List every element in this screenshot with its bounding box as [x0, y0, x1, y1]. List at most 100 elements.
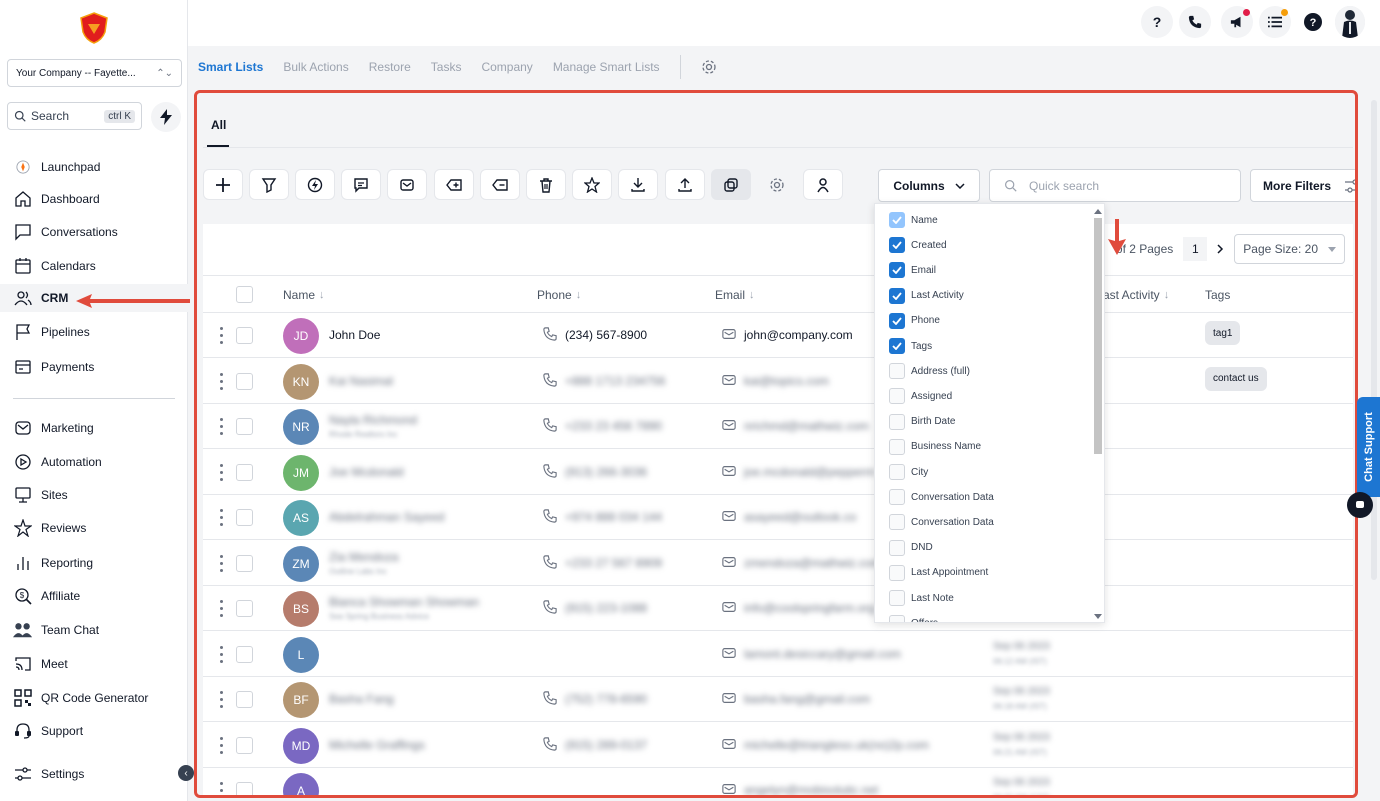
sidebar-item-conversations[interactable]: Conversations: [0, 218, 188, 246]
select-all-checkbox[interactable]: [236, 286, 253, 303]
contact-email[interactable]: asayeed@outlook.co: [744, 510, 856, 524]
tab-manage-smart-lists[interactable]: Manage Smart Lists: [553, 60, 660, 74]
more-filters-button[interactable]: More Filters: [1250, 169, 1355, 202]
drag-handle-icon[interactable]: [220, 645, 224, 663]
sidebar-item-reviews[interactable]: Reviews: [0, 514, 188, 542]
column-checkbox[interactable]: [889, 514, 905, 531]
contact-name[interactable]: Nayla Richmond: [329, 413, 417, 427]
header-email[interactable]: Email ↓: [715, 288, 755, 302]
drag-handle-icon[interactable]: [220, 327, 224, 344]
row-checkbox[interactable]: [236, 600, 253, 617]
contact-email[interactable]: info@coolspringfarm.org: [744, 601, 875, 615]
contact-email[interactable]: michelle@triangleso.uk(no)2p.com: [744, 738, 929, 752]
help-button[interactable]: ?: [1141, 6, 1173, 38]
contact-email[interactable]: kai@topics.com: [744, 374, 829, 388]
export-button[interactable]: [618, 169, 658, 200]
contact-email[interactable]: joe.mcdonald@pepperm: [744, 465, 875, 479]
drag-handle-icon[interactable]: [220, 600, 224, 617]
column-option-last-appointment[interactable]: Last Appointment: [889, 563, 988, 583]
quick-actions-button[interactable]: [151, 102, 181, 132]
contact-name[interactable]: Kai Nasimal: [329, 374, 393, 388]
row-checkbox[interactable]: [236, 736, 253, 754]
column-checkbox[interactable]: [889, 212, 905, 228]
assign-user-button[interactable]: [803, 169, 843, 200]
drag-handle-icon[interactable]: [220, 736, 224, 754]
add-contact-button[interactable]: [203, 169, 243, 200]
collapse-sidebar-button[interactable]: ‹: [178, 765, 194, 781]
drag-handle-icon[interactable]: [220, 554, 224, 572]
contact-phone[interactable]: (752) 778-6590: [565, 692, 647, 706]
chat-support-button[interactable]: Chat Support: [1357, 397, 1380, 497]
contact-name[interactable]: Basha Fang: [329, 692, 394, 706]
contact-email[interactable]: angelyn@mobisolutic.net: [744, 783, 878, 795]
column-option-last-note[interactable]: Last Note: [889, 588, 954, 608]
column-checkbox[interactable]: [889, 615, 905, 622]
column-checkbox[interactable]: [889, 237, 905, 254]
column-option-city[interactable]: City: [889, 462, 928, 482]
column-checkbox[interactable]: [889, 312, 905, 329]
sidebar-item-calendars[interactable]: Calendars: [0, 252, 188, 280]
row-checkbox[interactable]: [236, 463, 253, 481]
column-checkbox[interactable]: [889, 262, 905, 279]
column-option-name[interactable]: Name: [889, 210, 938, 230]
column-checkbox[interactable]: [889, 438, 905, 455]
column-checkbox[interactable]: [889, 363, 905, 380]
announcements-button[interactable]: [1221, 6, 1253, 38]
contact-phone[interactable]: +233 27 567 8909: [565, 556, 662, 570]
page-size-select[interactable]: Page Size: 20: [1234, 234, 1345, 264]
tag-chip[interactable]: tag1: [1205, 321, 1241, 345]
drag-handle-icon[interactable]: [220, 418, 224, 435]
automation-button[interactable]: [295, 169, 335, 200]
contact-name[interactable]: John Doe: [329, 328, 380, 342]
delete-button[interactable]: [526, 169, 566, 200]
table-row[interactable]: NR Nayla Richmond Rhode Realtors Inc +233 2…: [203, 404, 1353, 449]
support-help-button[interactable]: ?: [1297, 6, 1329, 38]
table-row[interactable]: AS Abdelrahman Sayeed +974 888 034 144 asay…: [203, 495, 1353, 540]
contact-name[interactable]: Abdelrahman Sayeed: [329, 510, 444, 524]
row-checkbox[interactable]: [236, 372, 253, 390]
column-checkbox[interactable]: [889, 489, 905, 506]
drag-handle-icon[interactable]: [220, 782, 224, 795]
column-checkbox[interactable]: [889, 413, 905, 430]
sidebar-item-automation[interactable]: Automation: [0, 448, 188, 476]
tab-bulk-actions[interactable]: Bulk Actions: [283, 60, 348, 74]
row-checkbox[interactable]: [236, 645, 253, 663]
column-checkbox[interactable]: [889, 388, 905, 405]
table-row[interactable]: BS Bianca Showman Showman Sea Spring Busin…: [203, 586, 1353, 631]
header-tags[interactable]: Tags: [1205, 288, 1230, 302]
tab-smart-lists[interactable]: Smart Lists: [198, 60, 263, 74]
column-option-phone[interactable]: Phone: [889, 311, 940, 331]
chat-widget-button[interactable]: [1347, 492, 1373, 518]
phone-button[interactable]: [1179, 6, 1211, 38]
tab-tasks[interactable]: Tasks: [431, 60, 462, 74]
contact-email[interactable]: zmendoza@mathwiz.com: [744, 556, 882, 570]
next-page-button[interactable]: [1217, 244, 1224, 254]
remove-tag-button[interactable]: [480, 169, 520, 200]
column-checkbox[interactable]: [889, 590, 905, 606]
contact-phone[interactable]: +233 23 456 7890: [565, 419, 662, 433]
contact-email[interactable]: lamont.desiccary@gmail.com: [744, 647, 901, 661]
contact-name[interactable]: Bianca Showman Showman: [329, 595, 479, 609]
drag-handle-icon[interactable]: [220, 463, 224, 481]
column-option-conversation-data[interactable]: Conversation Data: [889, 487, 994, 507]
user-avatar[interactable]: [1335, 6, 1365, 38]
sidebar-item-reporting[interactable]: Reporting: [0, 549, 188, 577]
contact-phone[interactable]: (915) 223-1088: [565, 601, 647, 615]
contact-phone[interactable]: +974 888 034 144: [565, 510, 662, 524]
table-row[interactable]: MD Michelle Graffings (915) 289-0137 michel…: [203, 723, 1353, 768]
sidebar-item-affiliate[interactable]: $ Affiliate: [0, 582, 188, 610]
column-checkbox[interactable]: [889, 338, 905, 354]
column-checkbox[interactable]: [889, 539, 905, 556]
column-option-business-name[interactable]: Business Name: [889, 437, 981, 457]
sidebar-item-payments[interactable]: Payments: [0, 353, 188, 381]
column-checkbox[interactable]: [889, 287, 905, 304]
table-row[interactable]: Aangelyn@mobisolutic.net Sep 06 2023 06:32…: [203, 768, 1353, 795]
column-option-email[interactable]: Email: [889, 260, 936, 280]
column-checkbox[interactable]: [889, 564, 905, 581]
contact-name[interactable]: Joe Mcdonald: [329, 465, 404, 479]
email-button[interactable]: [387, 169, 427, 200]
sidebar-item-qr-code-generator[interactable]: QR Code Generator: [0, 684, 188, 712]
sidebar-item-marketing[interactable]: Marketing: [0, 414, 188, 442]
tab-company[interactable]: Company: [481, 60, 532, 74]
row-checkbox[interactable]: [236, 782, 253, 795]
